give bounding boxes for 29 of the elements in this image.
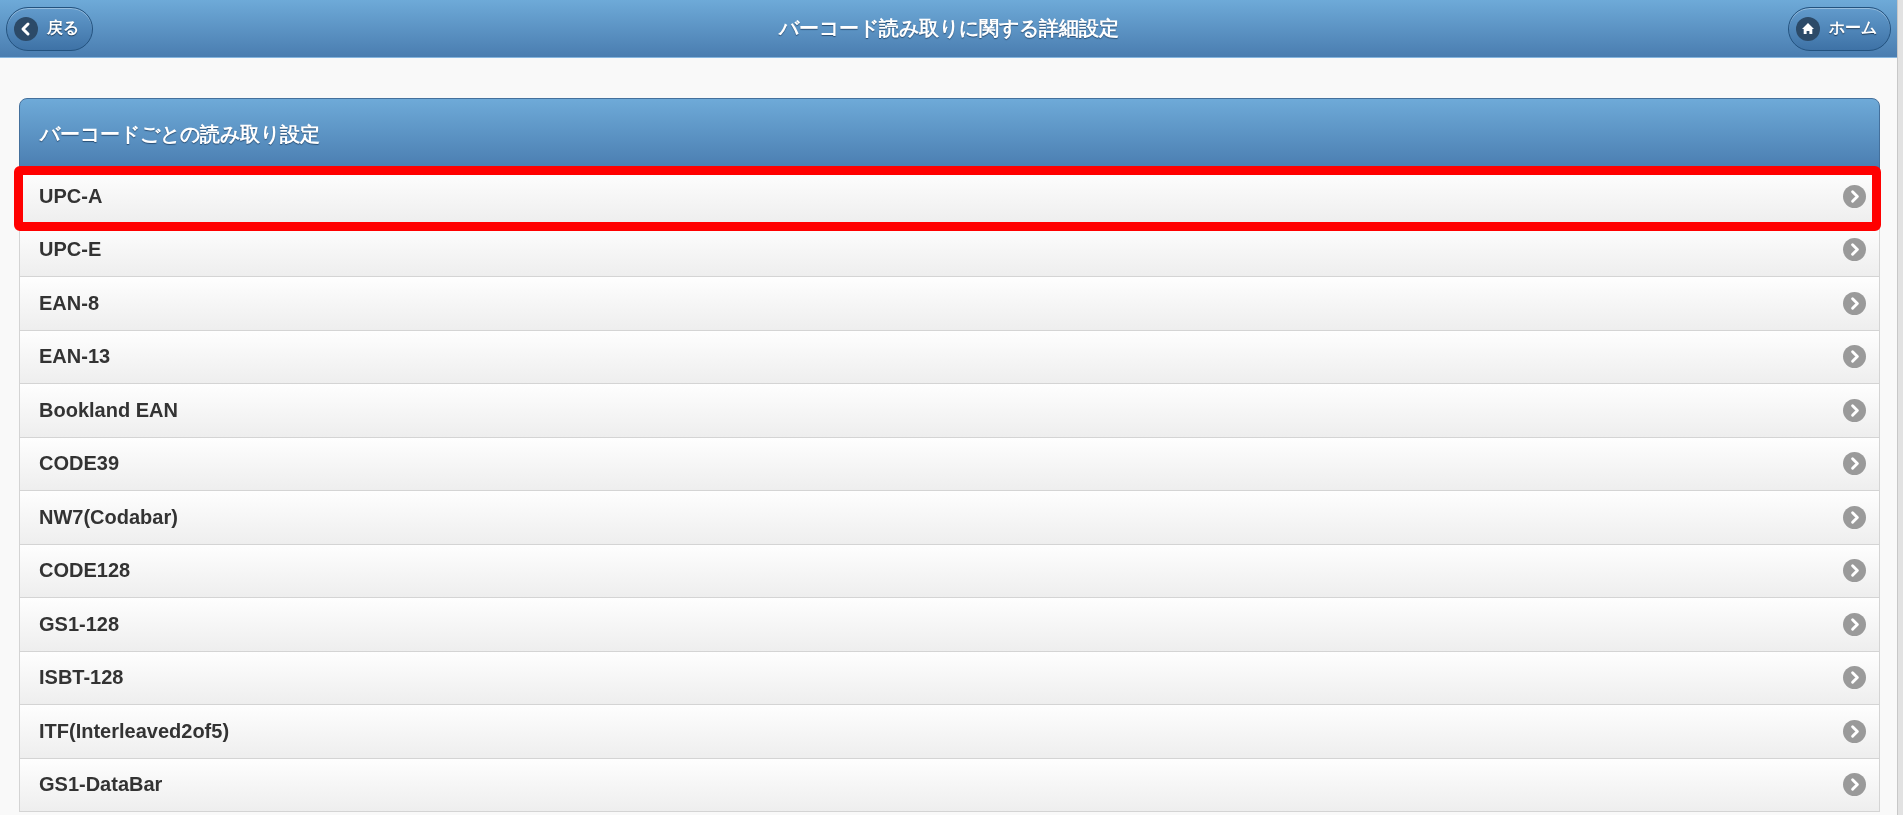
chevron-right-icon — [1843, 612, 1866, 636]
chevron-right-icon — [1843, 184, 1866, 208]
chevron-right-icon — [1843, 291, 1866, 315]
list-item[interactable]: NW7(Codabar) — [19, 491, 1880, 545]
home-button[interactable]: ホーム — [1788, 6, 1891, 51]
list-item[interactable]: CODE128 — [19, 544, 1880, 598]
list-item[interactable]: ISBT-128 — [19, 651, 1880, 705]
chevron-right-icon — [1843, 719, 1866, 743]
back-button[interactable]: 戻る — [6, 6, 93, 51]
list-item[interactable]: Bookland EAN — [19, 384, 1880, 438]
chevron-right-icon — [1843, 505, 1866, 529]
list-item[interactable]: GS1-128 — [19, 598, 1880, 652]
chevron-right-icon — [1843, 398, 1866, 422]
list-item[interactable]: CODE39 — [19, 437, 1880, 491]
list-item[interactable]: GS1-DataBar — [19, 758, 1880, 812]
chevron-right-icon — [1843, 345, 1866, 369]
page-title: バーコード読み取りに関する詳細設定 — [778, 16, 1119, 41]
chevron-right-icon — [1843, 452, 1866, 476]
section-header: バーコードごとの読み取り設定 — [19, 98, 1880, 170]
chevron-right-icon — [1843, 238, 1866, 262]
chevron-right-icon — [1843, 773, 1866, 797]
list-item[interactable]: ITF(Interleaved2of5) — [19, 705, 1880, 759]
list-item[interactable]: EAN-8 — [19, 277, 1880, 331]
chevron-right-icon — [1843, 559, 1866, 583]
scrollbar-track[interactable] — [1897, 0, 1903, 815]
list-item[interactable]: EAN-13 — [19, 330, 1880, 384]
house-icon — [1796, 16, 1820, 41]
chevron-left-icon — [14, 16, 38, 41]
chevron-right-icon — [1843, 666, 1866, 690]
